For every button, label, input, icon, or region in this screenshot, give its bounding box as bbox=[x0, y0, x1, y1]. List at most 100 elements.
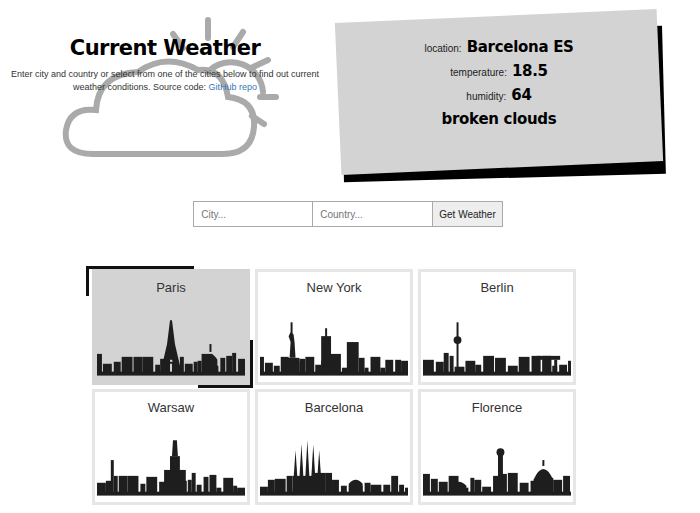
gate-column bbox=[554, 360, 557, 374]
building bbox=[519, 357, 530, 374]
building bbox=[563, 476, 570, 494]
city-grid: Paris New York Berlin Warsaw Barcelona Floren… bbox=[92, 269, 700, 505]
dome bbox=[204, 354, 218, 374]
building bbox=[260, 357, 264, 374]
building bbox=[474, 480, 481, 494]
building bbox=[146, 477, 157, 494]
palace-spire bbox=[172, 440, 178, 456]
sun-ray bbox=[253, 60, 268, 67]
cathedral-dome bbox=[534, 469, 554, 494]
skyscraper-spire bbox=[325, 328, 327, 338]
page-description: Enter city and country or select from on… bbox=[10, 68, 320, 94]
building bbox=[275, 479, 286, 494]
search-bar: Get Weather bbox=[0, 201, 700, 227]
building bbox=[423, 360, 434, 374]
sun-ray bbox=[260, 94, 276, 100]
ground bbox=[423, 372, 571, 376]
skyscraper bbox=[347, 342, 359, 374]
humidity-label: humidity: bbox=[466, 91, 506, 102]
ground bbox=[260, 372, 408, 376]
building bbox=[450, 356, 454, 374]
get-weather-button[interactable]: Get Weather bbox=[433, 201, 503, 227]
city-card[interactable]: Paris bbox=[92, 269, 250, 385]
city-card[interactable]: Florence bbox=[418, 389, 576, 505]
city-name: New York bbox=[307, 280, 362, 295]
palace-tower bbox=[170, 456, 180, 472]
tower-top bbox=[497, 448, 505, 456]
ground bbox=[97, 372, 245, 376]
city-card[interactable]: Berlin bbox=[418, 269, 576, 385]
gate-column bbox=[537, 360, 540, 374]
temperature-row: temperature:18.5 bbox=[450, 62, 548, 80]
tower bbox=[498, 454, 503, 493]
building bbox=[223, 478, 233, 494]
weather-description: broken clouds bbox=[442, 110, 557, 128]
location-row: location:Barcelona ES bbox=[424, 38, 573, 56]
building bbox=[204, 477, 209, 494]
building bbox=[114, 476, 118, 494]
page-title: Current Weather bbox=[70, 36, 261, 60]
github-link[interactable]: GitHub repo bbox=[209, 82, 258, 92]
building bbox=[299, 359, 305, 374]
building bbox=[391, 476, 398, 494]
building bbox=[122, 357, 133, 374]
city-name: Warsaw bbox=[148, 400, 194, 415]
city-name: Berlin bbox=[480, 280, 513, 295]
city-card[interactable]: New York bbox=[255, 269, 413, 385]
building bbox=[385, 360, 393, 374]
city-skyline-icon bbox=[423, 436, 571, 496]
building bbox=[325, 473, 332, 494]
gate-column bbox=[542, 360, 545, 374]
city-skyline-icon bbox=[97, 436, 245, 496]
building bbox=[371, 357, 381, 374]
location-label: location: bbox=[424, 43, 461, 54]
building bbox=[128, 476, 139, 494]
city-name: Barcelona bbox=[305, 400, 364, 415]
sun-ray bbox=[205, 20, 211, 38]
building bbox=[444, 353, 449, 374]
skyscraper bbox=[321, 336, 331, 373]
description-text: Enter city and country or select from on… bbox=[11, 69, 319, 92]
city-skyline-icon bbox=[423, 316, 571, 376]
country-input[interactable] bbox=[313, 201, 433, 227]
statue-torch bbox=[291, 322, 293, 334]
dome-spire bbox=[209, 344, 211, 352]
building bbox=[493, 476, 498, 494]
building bbox=[483, 356, 494, 374]
dome bbox=[349, 480, 363, 494]
building bbox=[508, 473, 518, 494]
dome-lantern bbox=[542, 460, 544, 466]
ground bbox=[260, 492, 408, 496]
gate-top bbox=[536, 356, 560, 360]
city-skyline-icon bbox=[260, 436, 408, 496]
selected-corner-line bbox=[250, 340, 253, 388]
city-input[interactable] bbox=[193, 201, 313, 227]
building bbox=[423, 474, 430, 494]
building bbox=[142, 357, 153, 374]
city-skyline-icon bbox=[97, 316, 245, 376]
building bbox=[395, 360, 401, 374]
building bbox=[119, 476, 128, 494]
building bbox=[192, 473, 196, 494]
temperature-label: temperature: bbox=[450, 67, 507, 78]
building bbox=[220, 358, 225, 374]
column bbox=[111, 460, 114, 494]
city-card[interactable]: Barcelona bbox=[255, 389, 413, 505]
building bbox=[232, 353, 236, 374]
building bbox=[332, 480, 339, 494]
building bbox=[330, 354, 341, 374]
weather-info: location:Barcelona ES temperature:18.5 hum… bbox=[338, 16, 660, 128]
header-section: Current Weather Enter city and country or… bbox=[0, 0, 700, 190]
gate-column bbox=[548, 360, 551, 374]
building bbox=[553, 480, 562, 494]
building bbox=[226, 356, 232, 374]
humidity-row: humidity:64 bbox=[466, 86, 531, 104]
building bbox=[495, 358, 506, 374]
palace bbox=[164, 470, 186, 494]
city-name: Paris bbox=[156, 280, 186, 295]
cathedral-body bbox=[293, 476, 323, 494]
intro-panel: Current Weather Enter city and country or… bbox=[0, 0, 330, 190]
building bbox=[470, 478, 474, 494]
building bbox=[287, 476, 293, 494]
city-card[interactable]: Warsaw bbox=[92, 389, 250, 505]
